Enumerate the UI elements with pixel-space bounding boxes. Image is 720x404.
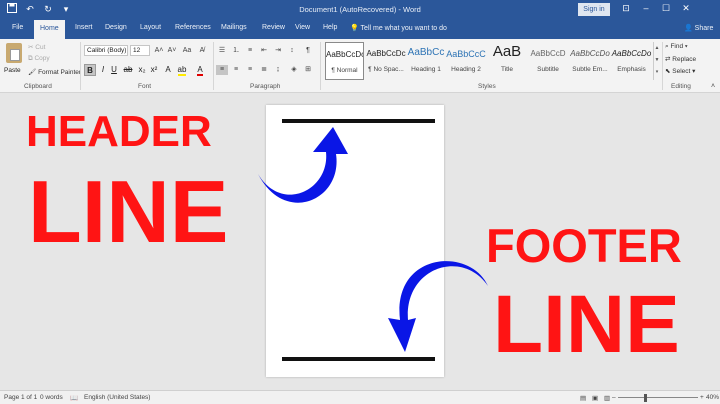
zoom-out-icon[interactable]: – bbox=[612, 394, 616, 401]
read-mode-icon[interactable]: ▤ bbox=[580, 394, 586, 402]
zoom-slider-thumb[interactable] bbox=[644, 394, 647, 402]
proofing-icon[interactable]: 📖 bbox=[70, 394, 78, 402]
status-bar: Page 1 of 1 0 words 📖 English (United St… bbox=[0, 390, 720, 404]
word-count[interactable]: 0 words bbox=[40, 394, 63, 401]
zoom-in-icon[interactable]: + bbox=[700, 394, 704, 401]
curved-arrow-up-icon bbox=[258, 127, 348, 203]
header-line-caption: LINE bbox=[28, 162, 229, 261]
curved-arrow-down-icon bbox=[388, 261, 488, 352]
page-count[interactable]: Page 1 of 1 bbox=[4, 394, 37, 401]
footer-caption: FOOTER bbox=[486, 219, 682, 272]
zoom-slider[interactable] bbox=[618, 397, 698, 398]
footer-line-caption: LINE bbox=[493, 279, 680, 370]
header-caption: HEADER bbox=[26, 107, 212, 156]
language-indicator[interactable]: English (United States) bbox=[84, 394, 150, 401]
print-layout-icon[interactable]: ▣ bbox=[592, 394, 598, 402]
zoom-level[interactable]: 40% bbox=[706, 394, 719, 401]
web-layout-icon[interactable]: ▥ bbox=[604, 394, 610, 402]
